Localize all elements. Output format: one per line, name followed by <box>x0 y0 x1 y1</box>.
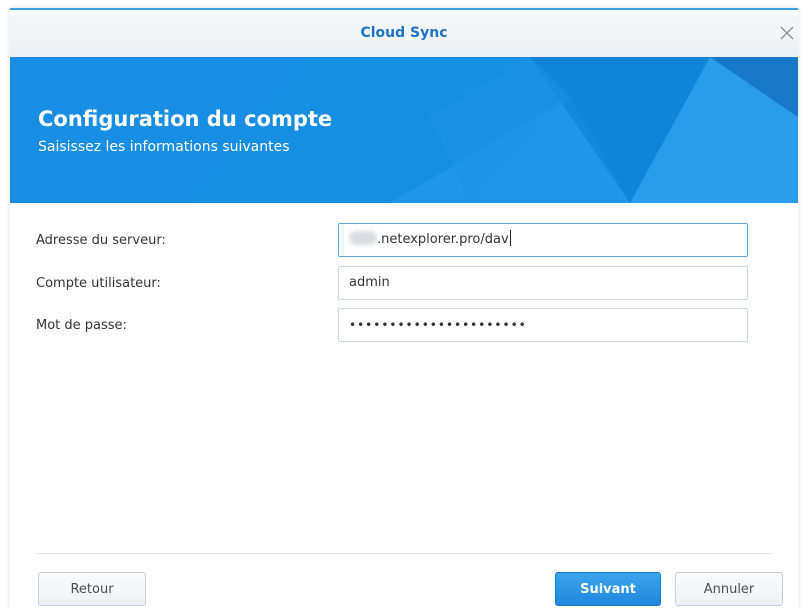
password-row: Mot de passe: •••••••••••••••••••••• <box>10 308 798 344</box>
server-value: .netexplorer.pro/dav <box>377 232 509 247</box>
server-row: Adresse du serveur: .netexplorer.pro/dav <box>10 223 798 259</box>
footer-divider <box>36 553 772 554</box>
cloud-sync-dialog: Cloud Sync Configuration du compte Saisi… <box>10 8 798 608</box>
next-button[interactable]: Suivant <box>555 572 661 606</box>
password-input[interactable]: •••••••••••••••••••••• <box>338 308 748 342</box>
header-banner: Configuration du compte Saisissez les in… <box>10 57 798 203</box>
cancel-button[interactable]: Annuler <box>675 572 783 606</box>
text-caret <box>509 230 511 246</box>
title-bar: Cloud Sync <box>10 8 798 57</box>
back-button[interactable]: Retour <box>38 572 146 606</box>
user-input[interactable]: admin <box>338 266 748 300</box>
user-label: Compte utilisateur: <box>36 276 161 291</box>
banner-title: Configuration du compte <box>38 107 333 131</box>
user-value: admin <box>349 275 390 290</box>
user-row: Compte utilisateur: admin <box>10 266 798 302</box>
server-input[interactable]: .netexplorer.pro/dav <box>338 223 748 257</box>
server-label: Adresse du serveur: <box>36 233 166 248</box>
password-label: Mot de passe: <box>36 318 127 333</box>
close-icon <box>780 26 794 40</box>
banner-subtitle: Saisissez les informations suivantes <box>38 139 290 155</box>
password-value: •••••••••••••••••••••• <box>349 318 527 332</box>
window-title: Cloud Sync <box>360 25 448 41</box>
close-button[interactable] <box>776 22 798 44</box>
redacted-hostname <box>349 231 377 245</box>
